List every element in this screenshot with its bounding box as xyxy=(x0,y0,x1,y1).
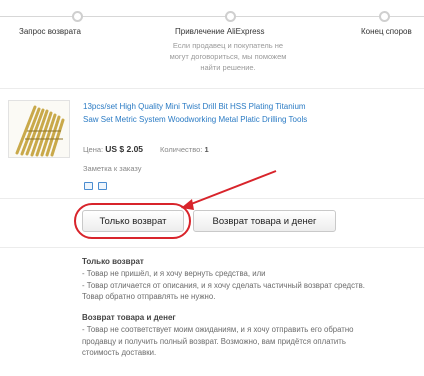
product-title-link[interactable]: 13pcs/set High Quality Mini Twist Drill … xyxy=(83,101,308,126)
options-explanation: Только возврат - Товар не пришёл, и я хо… xyxy=(82,256,372,358)
progress-line xyxy=(0,16,424,17)
snapshot-icon[interactable] xyxy=(84,182,93,190)
price-row: Цена: US $ 2.05 xyxy=(83,144,143,154)
quantity-label: Количество: xyxy=(160,145,203,154)
return-refund-heading: Возврат товара и денег xyxy=(82,313,176,323)
step-label-end: Конец споров xyxy=(361,27,412,36)
divider-bottom xyxy=(0,247,424,248)
dispute-progress: Запрос возврата Привлечение AliExpress К… xyxy=(0,0,424,80)
quantity-row: Количество: 1 xyxy=(160,145,209,154)
return-and-refund-button[interactable]: Возврат товара и денег xyxy=(193,210,336,232)
price-label: Цена: xyxy=(83,145,104,154)
refund-only-heading: Только возврат xyxy=(82,257,144,266)
highlight-circle xyxy=(74,203,191,239)
step-description: Если продавец и покупатель не могут дого… xyxy=(169,41,287,72)
refund-only-reason-1: - Товар не пришёл, и я хочу вернуть сред… xyxy=(82,269,266,279)
quantity-value: 1 xyxy=(204,145,209,154)
divider-top xyxy=(0,88,424,89)
step-dot-aliexpress xyxy=(225,11,236,22)
return-refund-reason-1: - Товар не соответствует моим ожиданиям,… xyxy=(82,325,354,358)
divider-middle xyxy=(0,198,424,199)
drill-bits-image xyxy=(15,105,65,157)
price-value: US $ 2.05 xyxy=(105,144,144,154)
step-label-request: Запрос возврата xyxy=(19,27,81,36)
step-dot-request xyxy=(72,11,83,22)
step-label-aliexpress: Привлечение AliExpress xyxy=(175,27,265,36)
details-icon[interactable] xyxy=(98,182,107,190)
refund-only-reason-2: - Товар отличается от описания, и я хочу… xyxy=(82,280,365,301)
order-note-label: Заметка к заказу xyxy=(83,164,142,173)
product-thumbnail[interactable] xyxy=(8,100,70,158)
step-dot-end xyxy=(379,11,390,22)
